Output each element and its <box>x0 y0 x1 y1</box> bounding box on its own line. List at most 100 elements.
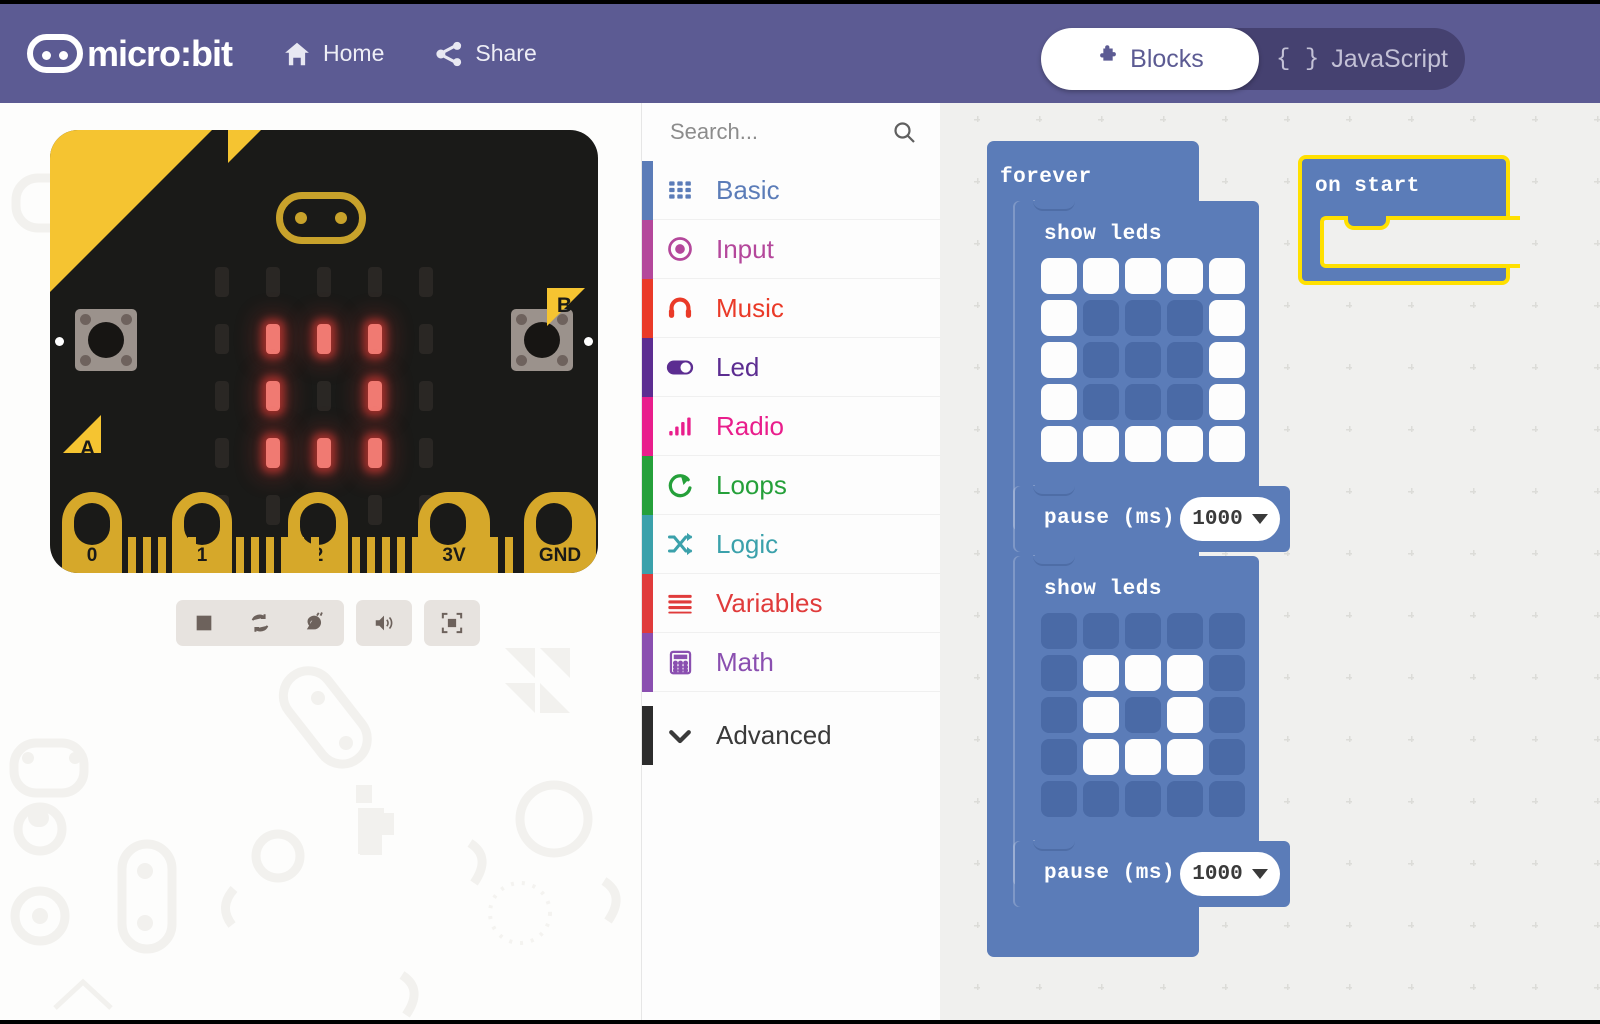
pause-1-value-dropdown[interactable]: 1000 <box>1180 497 1280 541</box>
list-lines-icon <box>662 589 698 617</box>
led-toggle-1-2[interactable] <box>1125 300 1161 336</box>
block-pause-2[interactable]: pause (ms) 1000 <box>1015 840 1290 907</box>
led-toggle-0-0[interactable] <box>1041 258 1077 294</box>
block-forever[interactable]: forever show leds pause (ms) 1000 show l… <box>987 141 1290 957</box>
sim-led-3-4 <box>419 438 433 468</box>
led-toggle-3-2[interactable] <box>1125 384 1161 420</box>
microbit-brand[interactable]: micro:bit <box>27 33 233 75</box>
led-matrix-field-2[interactable] <box>1041 613 1245 817</box>
led-toggle-2-0[interactable] <box>1041 697 1077 733</box>
toolbox-category-advanced[interactable]: Advanced <box>642 706 940 765</box>
led-toggle-2-3[interactable] <box>1167 342 1203 378</box>
toolbox-category-music[interactable]: Music <box>642 278 940 338</box>
block-on-start[interactable]: on start <box>1298 155 1520 285</box>
toolbox-category-loops[interactable]: Loops <box>642 455 940 515</box>
nav-share-button[interactable]: Share <box>434 39 537 69</box>
led-toggle-4-3[interactable] <box>1167 781 1203 817</box>
led-toggle-1-0[interactable] <box>1041 300 1077 336</box>
mute-button[interactable] <box>356 600 412 646</box>
led-toggle-4-0[interactable] <box>1041 781 1077 817</box>
on-start-empty-slot[interactable] <box>1320 216 1520 268</box>
led-toggle-1-0[interactable] <box>1041 655 1077 691</box>
edge-pad-3v[interactable]: 3V <box>418 492 490 573</box>
block-pause-1[interactable]: pause (ms) 1000 <box>1015 485 1290 552</box>
led-toggle-0-2[interactable] <box>1125 258 1161 294</box>
sim-led-3-2 <box>317 438 331 468</box>
led-toggle-4-1[interactable] <box>1083 426 1119 462</box>
led-toggle-4-2[interactable] <box>1125 426 1161 462</box>
toolbox-category-math[interactable]: Math <box>642 632 940 692</box>
led-toggle-1-3[interactable] <box>1167 300 1203 336</box>
led-toggle-2-2[interactable] <box>1125 342 1161 378</box>
led-toggle-1-4[interactable] <box>1209 655 1245 691</box>
toolbox-category-basic[interactable]: Basic <box>642 160 940 220</box>
led-toggle-0-4[interactable] <box>1209 258 1245 294</box>
sim-led-3-0 <box>215 438 229 468</box>
slow-motion-button[interactable] <box>288 600 344 646</box>
toolbox-category-variables[interactable]: Variables <box>642 573 940 633</box>
fullscreen-button[interactable] <box>424 600 480 646</box>
led-toggle-2-3[interactable] <box>1167 697 1203 733</box>
search-icon[interactable] <box>892 120 916 144</box>
led-toggle-3-0[interactable] <box>1041 739 1077 775</box>
category-color-bar <box>642 396 653 456</box>
pause-2-value-dropdown[interactable]: 1000 <box>1180 852 1280 896</box>
target-circle-icon <box>662 235 698 263</box>
led-toggle-2-2[interactable] <box>1125 697 1161 733</box>
led-toggle-3-4[interactable] <box>1209 384 1245 420</box>
led-toggle-3-1[interactable] <box>1083 739 1119 775</box>
led-toggle-3-3[interactable] <box>1167 739 1203 775</box>
category-color-bar <box>642 160 653 220</box>
led-toggle-1-1[interactable] <box>1083 300 1119 336</box>
led-toggle-2-1[interactable] <box>1083 342 1119 378</box>
sim-led-0-1 <box>266 267 280 297</box>
led-toggle-4-2[interactable] <box>1125 781 1161 817</box>
block-show-leds-1[interactable]: show leds <box>1015 200 1259 531</box>
led-toggle-1-4[interactable] <box>1209 300 1245 336</box>
led-toggle-3-3[interactable] <box>1167 384 1203 420</box>
led-toggle-3-1[interactable] <box>1083 384 1119 420</box>
toolbox-category-logic[interactable]: Logic <box>642 514 940 574</box>
edge-pad-0[interactable]: 0 <box>62 492 122 573</box>
sim-led-0-0 <box>215 267 229 297</box>
led-toggle-4-4[interactable] <box>1209 426 1245 462</box>
led-toggle-0-2[interactable] <box>1125 613 1161 649</box>
led-toggle-3-4[interactable] <box>1209 739 1245 775</box>
block-show-leds-2[interactable]: show leds <box>1015 555 1259 886</box>
block-on-start-label: on start <box>1315 175 1420 198</box>
led-toggle-2-4[interactable] <box>1209 342 1245 378</box>
led-matrix-field-1[interactable] <box>1041 258 1245 462</box>
led-toggle-0-0[interactable] <box>1041 613 1077 649</box>
restart-button[interactable] <box>232 600 288 646</box>
microbit-simulator-board[interactable]: A B 0123VGND <box>50 130 598 573</box>
led-toggle-3-0[interactable] <box>1041 384 1077 420</box>
led-toggle-0-3[interactable] <box>1167 258 1203 294</box>
stop-button[interactable] <box>176 600 232 646</box>
led-toggle-4-4[interactable] <box>1209 781 1245 817</box>
led-toggle-0-3[interactable] <box>1167 613 1203 649</box>
search-input[interactable] <box>670 119 870 145</box>
led-toggle-4-0[interactable] <box>1041 426 1077 462</box>
toolbox-category-input[interactable]: Input <box>642 219 940 279</box>
view-controls <box>424 600 480 646</box>
led-toggle-1-2[interactable] <box>1125 655 1161 691</box>
tab-javascript[interactable]: { } JavaScript <box>1259 28 1465 90</box>
nav-home-button[interactable]: Home <box>282 39 384 69</box>
button-a[interactable] <box>75 309 137 371</box>
toolbox-category-led[interactable]: Led <box>642 337 940 397</box>
led-toggle-2-1[interactable] <box>1083 697 1119 733</box>
led-toggle-1-1[interactable] <box>1083 655 1119 691</box>
led-toggle-2-0[interactable] <box>1041 342 1077 378</box>
led-toggle-2-4[interactable] <box>1209 697 1245 733</box>
led-toggle-0-1[interactable] <box>1083 258 1119 294</box>
led-toggle-0-4[interactable] <box>1209 613 1245 649</box>
led-toggle-4-3[interactable] <box>1167 426 1203 462</box>
led-toggle-4-1[interactable] <box>1083 781 1119 817</box>
tab-blocks[interactable]: Blocks <box>1041 28 1259 90</box>
led-toggle-3-2[interactable] <box>1125 739 1161 775</box>
blocks-workspace[interactable]: forever show leds pause (ms) 1000 show l… <box>940 103 1600 1020</box>
led-toggle-0-1[interactable] <box>1083 613 1119 649</box>
edge-pad-gnd[interactable]: GND <box>524 492 596 573</box>
toolbox-category-radio[interactable]: Radio <box>642 396 940 456</box>
led-toggle-1-3[interactable] <box>1167 655 1203 691</box>
